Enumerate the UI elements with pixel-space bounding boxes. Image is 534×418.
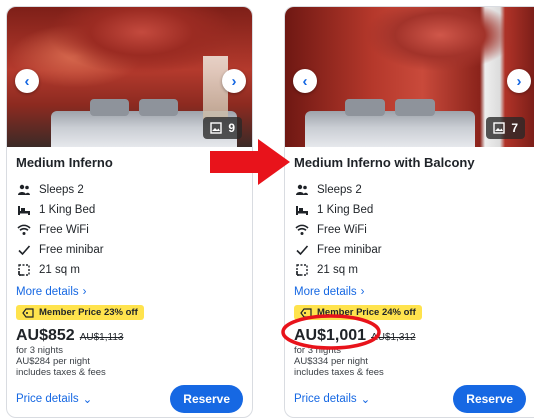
price-details-link[interactable]: Price details ⌄: [294, 392, 370, 406]
feature-minibar: Free minibar: [16, 240, 243, 260]
reserve-button[interactable]: Reserve: [170, 384, 243, 413]
feature-wifi: Free WiFi: [16, 220, 243, 240]
pillow-graphic: [395, 99, 435, 117]
people-icon: [294, 183, 310, 197]
photo-count: 9: [228, 121, 235, 135]
photo-count-badge[interactable]: 7: [486, 117, 525, 139]
price-details-link[interactable]: Price details ⌄: [16, 392, 92, 406]
photo-count: 7: [511, 121, 518, 135]
feature-bed: 1 King Bed: [294, 200, 526, 220]
feature-bed: 1 King Bed: [16, 200, 243, 220]
wifi-icon: [294, 223, 310, 237]
area-icon: [294, 263, 310, 277]
chevron-left-icon: ‹: [24, 72, 30, 90]
feature-sleeps: Sleeps 2: [294, 180, 526, 200]
pillow-graphic: [139, 99, 179, 117]
check-icon: [16, 243, 32, 257]
red-arrow-annotation: [210, 139, 290, 185]
feature-minibar: Free minibar: [294, 240, 526, 260]
more-details-link[interactable]: More details ›: [16, 286, 243, 298]
chevron-right-icon: ›: [231, 72, 237, 90]
price-row: AU$852 AU$1,113: [16, 327, 243, 345]
area-icon: [16, 263, 32, 277]
chevron-right-icon: ›: [82, 286, 87, 298]
price-sub-1: for 3 nights: [16, 344, 63, 356]
price-sub-3: includes taxes & fees: [294, 366, 384, 378]
feature-wifi: Free WiFi: [294, 220, 526, 240]
gallery-icon: [493, 122, 506, 134]
room-title: Medium Inferno with Balcony: [294, 155, 475, 170]
price-sub-2: AU$284 per night: [16, 355, 90, 367]
room-photo[interactable]: ‹ › 7: [285, 7, 534, 147]
room-card-medium-inferno-balcony: ‹ › 7 Medium Inferno with Balcony Sleeps…: [284, 6, 534, 418]
bed-icon: [294, 203, 310, 217]
wifi-icon: [16, 223, 32, 237]
chevron-right-icon: ›: [360, 286, 365, 298]
feature-sleeps: Sleeps 2: [16, 180, 243, 200]
member-price-badge: Member Price 23% off: [16, 305, 144, 320]
next-photo-button[interactable]: ›: [507, 69, 531, 93]
prev-photo-button[interactable]: ‹: [15, 69, 39, 93]
room-card-medium-inferno: ‹ › 9 Medium Inferno Sleeps 2 1 King Bed…: [6, 6, 253, 418]
bed-graphic: [305, 110, 475, 147]
people-icon: [16, 183, 32, 197]
chevron-left-icon: ‹: [302, 72, 308, 90]
room-photo[interactable]: ‹ › 9: [7, 7, 252, 147]
next-photo-button[interactable]: ›: [222, 69, 246, 93]
price-sub-3: includes taxes & fees: [16, 366, 106, 378]
red-circle-annotation: [281, 314, 381, 350]
photo-count-badge[interactable]: 9: [203, 117, 242, 139]
prev-photo-button[interactable]: ‹: [293, 69, 317, 93]
pillow-graphic: [90, 99, 130, 117]
reserve-button[interactable]: Reserve: [453, 384, 526, 413]
more-details-link[interactable]: More details ›: [294, 286, 526, 298]
room-title: Medium Inferno: [16, 155, 113, 170]
gallery-icon: [210, 122, 223, 134]
price-sub-2: AU$334 per night: [294, 355, 368, 367]
pillow-graphic: [345, 99, 385, 117]
chevron-down-icon: ⌄: [82, 393, 93, 406]
chevron-down-icon: ⌄: [360, 393, 371, 406]
original-price: AU$1,113: [79, 331, 124, 343]
bed-icon: [16, 203, 32, 217]
feature-area: 21 sq m: [294, 260, 526, 280]
feature-area: 21 sq m: [16, 260, 243, 280]
tag-icon: [22, 307, 34, 318]
chevron-right-icon: ›: [516, 72, 522, 90]
check-icon: [294, 243, 310, 257]
price: AU$852: [16, 326, 75, 344]
